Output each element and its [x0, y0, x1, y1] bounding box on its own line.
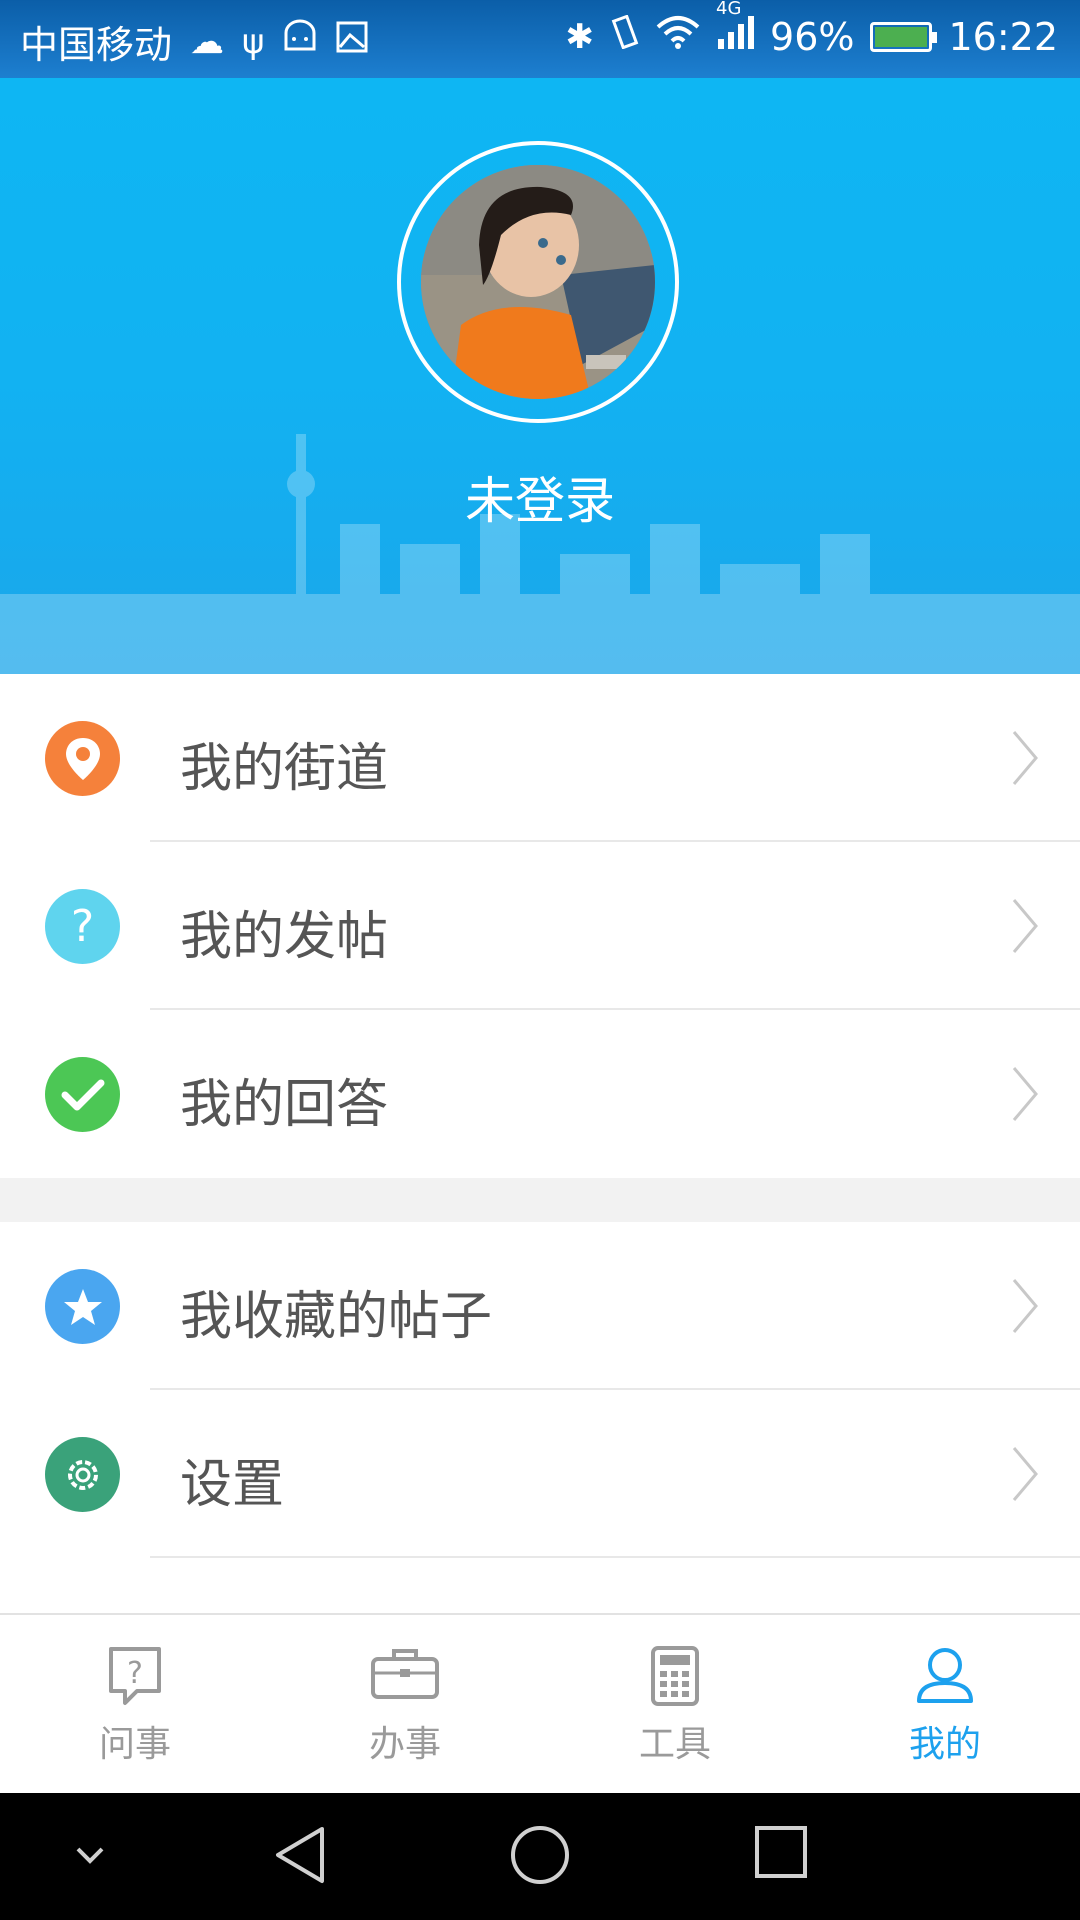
section-gap	[0, 1178, 1080, 1222]
menu-label: 我的街道	[180, 739, 389, 799]
chevron-right-icon	[1012, 1067, 1038, 1121]
menu-item-settings[interactable]: 设置	[0, 1390, 1080, 1558]
status-bar: 中国移动 ☁ ψ ✱ 4G 96% 16:22	[0, 0, 1080, 78]
carrier-label: 中国移动	[20, 23, 173, 67]
avatar[interactable]	[421, 165, 655, 399]
weather-icon: ☁	[190, 21, 225, 62]
bluetooth-icon: ✱	[565, 17, 595, 57]
android-icon	[282, 19, 318, 64]
menu-item-favorites[interactable]: 我收藏的帖子	[0, 1222, 1080, 1390]
chevron-right-icon	[1012, 899, 1038, 953]
city-skyline-background	[0, 434, 1080, 674]
menu-label: 设置	[180, 1455, 285, 1515]
svg-text:?: ?	[127, 1656, 143, 1691]
tab-label: 工具	[638, 1724, 711, 1765]
gear-icon	[45, 1437, 120, 1512]
menu-item-my-street[interactable]: 我的街道	[0, 674, 1080, 842]
system-navigation-bar	[0, 1793, 1080, 1920]
user-icon	[917, 1648, 973, 1703]
menu-item-my-posts[interactable]: ? 我的发帖	[0, 842, 1080, 1010]
battery-icon	[870, 22, 938, 52]
chevron-right-icon	[1012, 731, 1038, 785]
star-icon	[45, 1269, 120, 1344]
avatar-ring[interactable]	[397, 141, 679, 423]
recents-icon[interactable]	[752, 1823, 810, 1881]
menu-label: 我的发帖	[180, 907, 389, 967]
vibrate-icon	[610, 14, 640, 60]
profile-header: 未登录	[0, 78, 1080, 674]
tab-label: 我的	[908, 1724, 981, 1765]
tab-mine[interactable]: 我的	[810, 1615, 1080, 1793]
question-icon: ?	[45, 889, 120, 964]
divider	[150, 1556, 1080, 1558]
chevron-right-icon	[1012, 1279, 1038, 1333]
check-icon	[45, 1057, 120, 1132]
signal-icon	[716, 15, 755, 60]
chevron-down-icon[interactable]	[72, 1843, 108, 1867]
tab-services[interactable]: 办事	[270, 1615, 540, 1793]
calculator-icon	[651, 1646, 699, 1706]
network-type-label: 4G	[716, 0, 742, 19]
bottom-tab-bar: ? 问事 办事 工具 我的	[0, 1613, 1080, 1793]
chevron-right-icon	[1012, 1447, 1038, 1501]
battery-percent: 96%	[770, 15, 855, 59]
menu-label: 我的回答	[180, 1075, 389, 1135]
tab-ask[interactable]: ? 问事	[0, 1615, 270, 1793]
menu-item-my-answers[interactable]: 我的回答	[0, 1010, 1080, 1178]
menu-list: 我的街道 ? 我的发帖 我的回答 我收藏的帖子 设置	[0, 674, 1080, 1558]
tab-label: 办事	[368, 1724, 441, 1765]
location-pin-icon	[45, 721, 120, 796]
wifi-icon	[656, 15, 700, 60]
image-icon	[336, 20, 368, 64]
briefcase-icon	[371, 1649, 439, 1699]
menu-label: 我收藏的帖子	[180, 1287, 493, 1347]
usb-icon: ψ	[242, 21, 265, 62]
clock: 16:22	[948, 15, 1058, 59]
tab-tools[interactable]: 工具	[540, 1615, 810, 1793]
home-icon[interactable]	[508, 1823, 572, 1887]
login-status[interactable]: 未登录	[0, 461, 1080, 533]
back-icon[interactable]	[272, 1823, 328, 1887]
question-bubble-icon: ?	[109, 1647, 161, 1705]
tab-label: 问事	[98, 1724, 171, 1765]
